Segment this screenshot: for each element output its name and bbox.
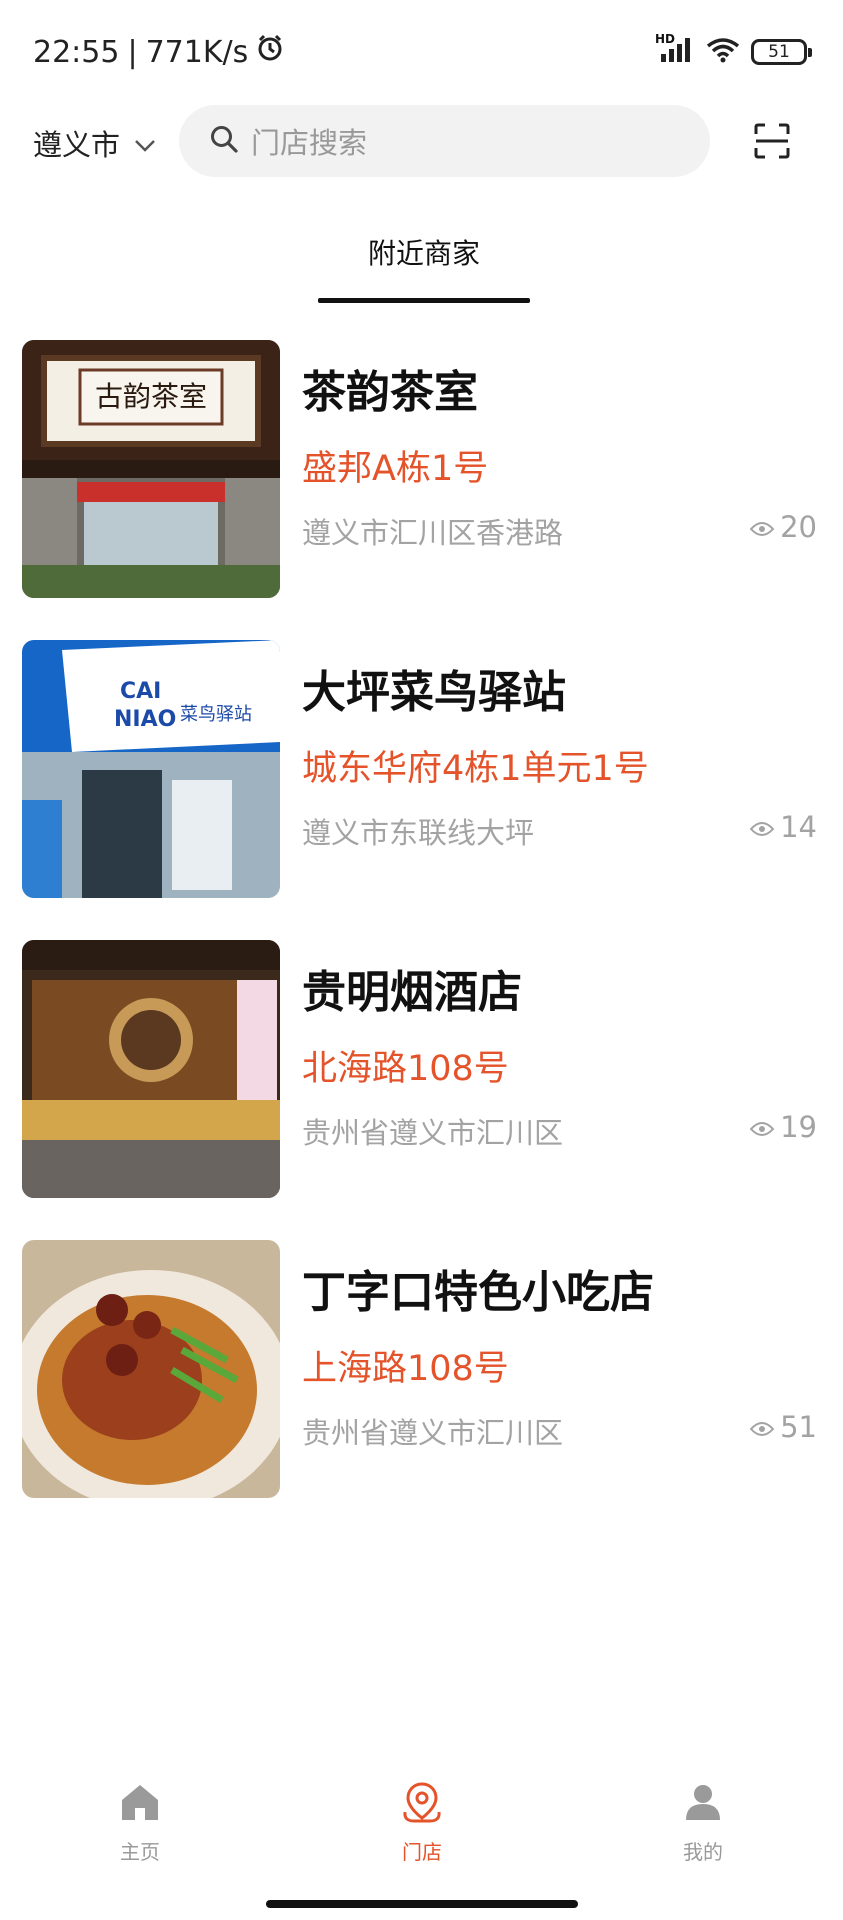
view-count-value: 51 xyxy=(780,1410,817,1444)
status-bar: 22:55 | 771K/s HD 51 xyxy=(0,0,843,105)
network-speed: 771K/s xyxy=(145,34,249,70)
search-input[interactable]: 门店搜索 xyxy=(179,105,710,177)
store-location-icon xyxy=(400,1780,444,1824)
svg-text:CAI: CAI xyxy=(120,679,161,704)
store-address: 上海路108号 xyxy=(302,1349,509,1389)
nav-home-label: 主页 xyxy=(120,1840,160,1864)
view-count-value: 20 xyxy=(780,510,817,544)
nav-profile-label: 我的 xyxy=(683,1840,723,1864)
store-name: 贵明烟酒店 xyxy=(302,967,522,1018)
store-address: 城东华府4栋1单元1号 xyxy=(302,749,649,789)
scan-button[interactable] xyxy=(752,121,792,161)
tab-bar: 附近商家 xyxy=(0,232,843,307)
store-address: 北海路108号 xyxy=(302,1049,509,1089)
signal-icon: HD xyxy=(655,32,695,68)
store-region: 贵州省遵义市汇川区 xyxy=(302,1116,564,1150)
store-address: 盛邦A栋1号 xyxy=(302,449,489,489)
svg-text:菜鸟驿站: 菜鸟驿站 xyxy=(180,704,252,725)
store-card[interactable]: CAI NIAO 菜鸟驿站 大坪菜鸟驿站 城东华府4栋1单元1号 遵义市东联线大… xyxy=(0,640,843,940)
store-region: 贵州省遵义市汇川区 xyxy=(302,1416,564,1450)
eye-icon xyxy=(749,1410,775,1444)
store-card[interactable]: 丁字口特色小吃店 上海路108号 贵州省遵义市汇川区 51 xyxy=(0,1240,843,1540)
eye-icon xyxy=(749,810,775,844)
chevron-down-icon xyxy=(134,126,156,160)
scan-icon xyxy=(752,123,792,165)
svg-text:古韵茶室: 古韵茶室 xyxy=(95,380,207,413)
view-count: 20 xyxy=(749,510,817,544)
view-count: 19 xyxy=(749,1110,817,1144)
status-time: 22:55 xyxy=(33,34,120,70)
battery-icon: 51 xyxy=(751,39,812,65)
store-image xyxy=(22,940,280,1198)
bottom-nav: 主页 门店 我的 xyxy=(0,1780,843,1890)
view-count: 14 xyxy=(749,810,817,844)
status-right: HD 51 xyxy=(655,32,812,68)
nav-store-label: 门店 xyxy=(402,1840,442,1864)
tab-active-indicator xyxy=(318,298,530,303)
store-image: 古韵茶室 xyxy=(22,340,280,598)
store-region: 遵义市汇川区香港路 xyxy=(302,516,564,550)
view-count-value: 19 xyxy=(780,1110,817,1144)
store-card[interactable]: 贵明烟酒店 北海路108号 贵州省遵义市汇川区 19 xyxy=(0,940,843,1240)
svg-text:NIAO: NIAO xyxy=(114,707,176,732)
eye-icon xyxy=(749,1110,775,1144)
battery-level: 51 xyxy=(768,42,790,62)
store-card[interactable]: 古韵茶室 茶韵茶室 盛邦A栋1号 遵义市汇川区香港路 20 xyxy=(0,340,843,640)
search-icon xyxy=(209,124,239,158)
store-image xyxy=(22,1240,280,1498)
status-left: 22:55 | 771K/s xyxy=(33,34,284,70)
wifi-icon xyxy=(705,36,741,68)
home-icon xyxy=(118,1780,162,1824)
profile-icon xyxy=(681,1780,725,1824)
home-indicator xyxy=(266,1900,578,1908)
store-name: 茶韵茶室 xyxy=(302,367,478,418)
top-search-row: 遵义市 门店搜索 xyxy=(0,105,843,180)
view-count-value: 14 xyxy=(780,810,817,844)
eye-icon xyxy=(749,510,775,544)
store-image: CAI NIAO 菜鸟驿站 xyxy=(22,640,280,898)
city-selector[interactable]: 遵义市 xyxy=(33,122,156,164)
store-name: 大坪菜鸟驿站 xyxy=(302,667,566,718)
network-type: HD xyxy=(655,32,676,46)
alarm-icon xyxy=(256,34,284,70)
tab-nearby[interactable]: 附近商家 xyxy=(318,232,530,272)
store-region: 遵义市东联线大坪 xyxy=(302,816,535,850)
store-list: 古韵茶室 茶韵茶室 盛邦A栋1号 遵义市汇川区香港路 20 CAI NIAO 菜… xyxy=(0,340,843,1540)
view-count: 51 xyxy=(749,1410,817,1444)
store-name: 丁字口特色小吃店 xyxy=(302,1267,654,1318)
nav-profile[interactable]: 我的 xyxy=(643,1780,763,1865)
search-placeholder: 门店搜索 xyxy=(251,126,368,160)
nav-home[interactable]: 主页 xyxy=(80,1780,200,1865)
status-divider: | xyxy=(127,34,138,70)
nav-store[interactable]: 门店 xyxy=(362,1780,482,1865)
city-label: 遵义市 xyxy=(33,128,121,162)
